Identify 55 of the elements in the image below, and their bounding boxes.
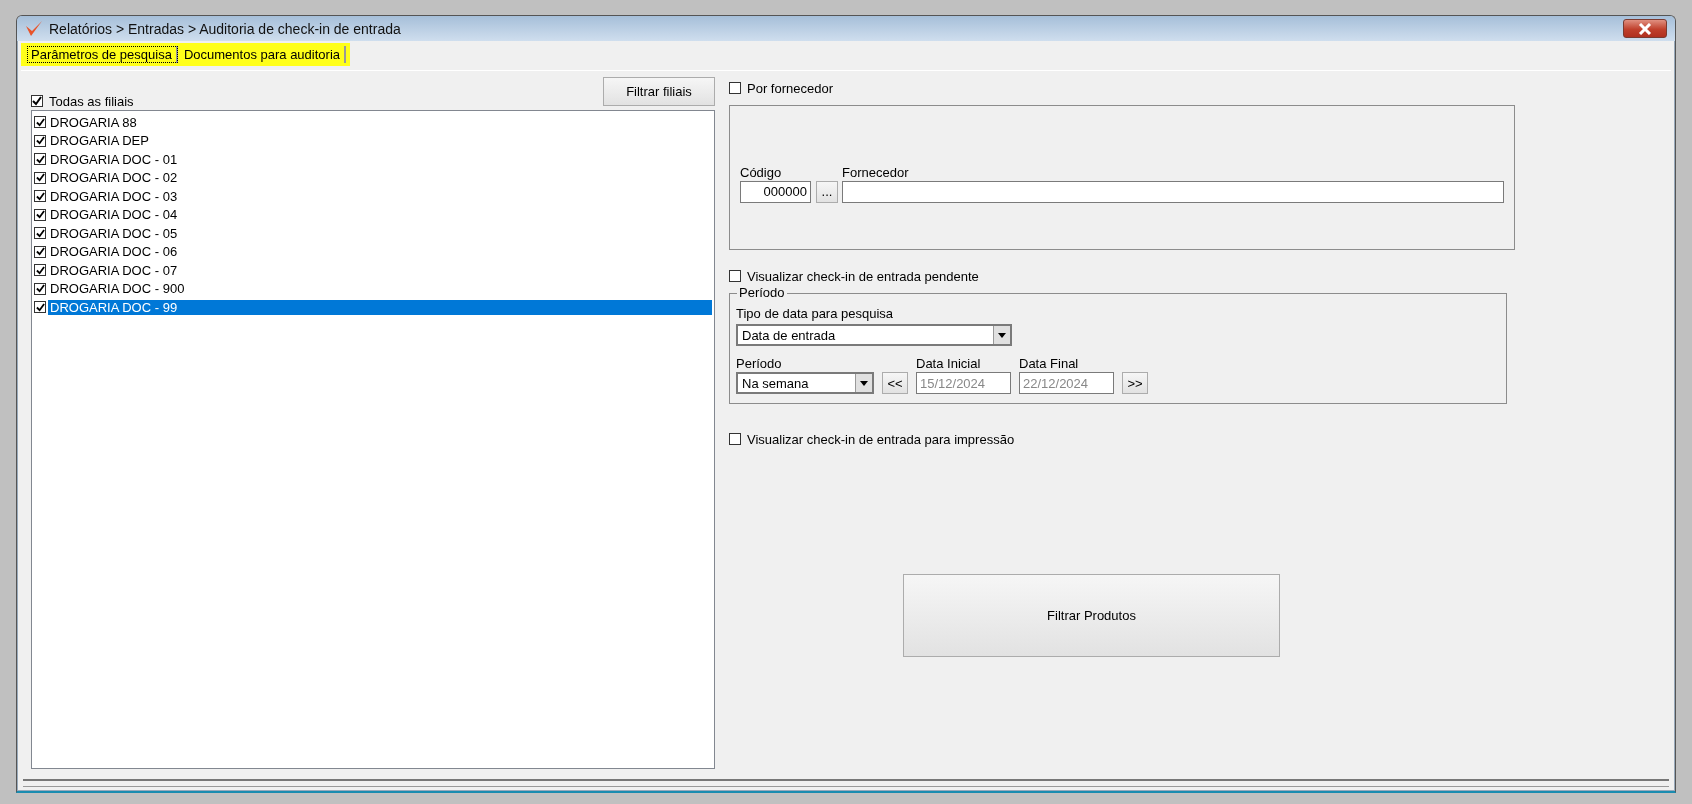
checkbox-label: Visualizar check-in de entrada para impressão xyxy=(747,431,1015,447)
branch-item[interactable]: DROGARIA DOC - 900 xyxy=(48,281,712,297)
branch-item[interactable]: DROGARIA DOC - 02 xyxy=(48,170,712,186)
checkbox[interactable] xyxy=(34,190,46,203)
branch-item[interactable]: DROGARIA DOC - 04 xyxy=(48,207,712,223)
checkbox[interactable] xyxy=(34,153,46,166)
field-label: Período xyxy=(736,356,783,372)
window-title: Relatórios > Entradas > Auditoria de check-in de entrada xyxy=(49,20,401,37)
checkbox[interactable] xyxy=(729,433,741,445)
filter-products-button[interactable]: Filtrar Produtos xyxy=(903,574,1280,657)
checkbox[interactable] xyxy=(34,264,46,277)
checkbox[interactable] xyxy=(729,82,741,94)
checkbox[interactable] xyxy=(34,171,46,184)
checkbox-label: Todas as filiais xyxy=(49,93,134,109)
branch-item[interactable]: DROGARIA DOC - 01 xyxy=(48,151,712,167)
checkbox[interactable] xyxy=(34,301,46,314)
checkbox[interactable] xyxy=(34,245,46,258)
lookup-button[interactable]: ... xyxy=(816,180,838,203)
tab[interactable]: Parâmetros de pesquisa xyxy=(27,46,178,63)
next-button[interactable]: >> xyxy=(1122,372,1148,394)
close-button[interactable] xyxy=(1623,19,1667,38)
start-date-field[interactable]: 15/12/2024 xyxy=(916,372,1011,394)
branch-item[interactable]: DROGARIA DOC - 07 xyxy=(48,262,712,278)
field-label: Data Inicial xyxy=(916,356,982,372)
checkbox[interactable] xyxy=(729,270,741,282)
supplier-field[interactable] xyxy=(842,180,1504,203)
end-date-field[interactable]: 22/12/2024 xyxy=(1019,372,1114,394)
dropdown-arrow-icon xyxy=(860,380,868,386)
branch-item[interactable]: DROGARIA DEP xyxy=(48,133,712,149)
checkbox[interactable] xyxy=(34,116,46,129)
checkbox[interactable] xyxy=(34,134,46,147)
branch-item[interactable]: DROGARIA DOC - 06 xyxy=(48,244,712,260)
field-label: Data Final xyxy=(1019,356,1080,372)
branch-item[interactable]: DROGARIA DOC - 03 xyxy=(48,188,712,204)
period-dropdown[interactable]: Na semana xyxy=(736,372,874,394)
checkbox[interactable] xyxy=(34,282,46,295)
tab[interactable]: Documentos para auditoria xyxy=(179,46,346,63)
field-label: Tipo de data para pesquisa xyxy=(736,306,895,322)
checkbox-label: Por fornecedor xyxy=(747,80,833,96)
group-legend: Período xyxy=(737,285,787,300)
branch-item[interactable]: DROGARIA DOC - 99 xyxy=(48,299,712,315)
branch-item[interactable]: DROGARIA DOC - 05 xyxy=(48,225,712,241)
field-label: Código xyxy=(740,164,783,181)
checkbox[interactable] xyxy=(34,208,46,221)
checkbox[interactable] xyxy=(31,95,43,107)
dropdown-arrow-icon xyxy=(998,332,1006,338)
checkbox-label: Visualizar check-in de entrada pendente xyxy=(747,268,979,284)
code-field[interactable]: 000000 xyxy=(740,180,811,203)
field-label: Fornecedor xyxy=(842,164,910,181)
close-icon xyxy=(1637,22,1653,35)
previous-button[interactable]: << xyxy=(882,372,908,394)
branch-item[interactable]: DROGARIA 88 xyxy=(48,114,712,130)
filter-branches-button[interactable]: Filtrar filiais xyxy=(603,77,715,106)
checkbox[interactable] xyxy=(34,227,46,240)
date-type-dropdown[interactable]: Data de entrada xyxy=(736,324,1012,346)
